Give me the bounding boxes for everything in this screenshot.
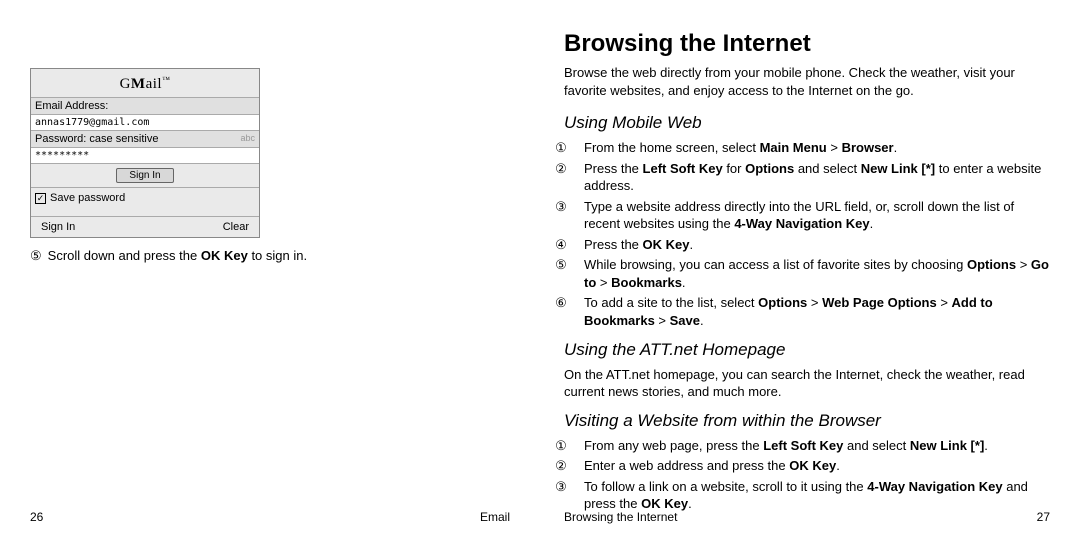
- attnet-paragraph: On the ATT.net homepage, you can search …: [564, 366, 1050, 401]
- save-password-row[interactable]: ✓ Save password: [31, 188, 259, 216]
- password-label: Password: case sensitive abc: [31, 131, 259, 148]
- page-left: GMail™ Email Address: annas1779@gmail.co…: [0, 0, 540, 540]
- page-number-left: 26: [30, 510, 43, 524]
- phone-brand: GMail™: [31, 69, 259, 98]
- intro-paragraph: Browse the web directly from your mobile…: [564, 64, 1050, 99]
- signin-button[interactable]: Sign In: [116, 168, 173, 183]
- softkey-right[interactable]: Clear: [223, 221, 249, 233]
- softkey-left[interactable]: Sign In: [41, 221, 75, 233]
- list-item: ⑥To add a site to the list, select Optio…: [564, 294, 1050, 329]
- list-item: ③Type a website address directly into th…: [564, 198, 1050, 233]
- caption-step-5: ⑤Scroll down and press the OK Key to sig…: [30, 248, 516, 264]
- password-field[interactable]: *********: [31, 148, 259, 164]
- footer-right: Browsing the Internet 27: [564, 510, 1050, 524]
- footer-section-right: Browsing the Internet: [564, 510, 677, 524]
- footer-left: 26 Email: [30, 510, 510, 524]
- step-number-5: ⑤: [30, 248, 42, 263]
- checkbox-icon[interactable]: ✓: [35, 193, 46, 204]
- list-item: ⑤While browsing, you can access a list o…: [564, 256, 1050, 291]
- steps-visiting: ①From any web page, press the Left Soft …: [564, 437, 1050, 513]
- list-item: ②Enter a web address and press the OK Ke…: [564, 457, 1050, 475]
- subheading-visiting: Visiting a Website from within the Brows…: [564, 411, 1050, 431]
- subheading-mobile-web: Using Mobile Web: [564, 113, 1050, 133]
- email-label: Email Address:: [31, 98, 259, 115]
- list-item: ④Press the OK Key.: [564, 236, 1050, 254]
- footer-section-left: Email: [480, 510, 510, 524]
- email-field[interactable]: annas1779@gmail.com: [31, 115, 259, 131]
- phone-screenshot: GMail™ Email Address: annas1779@gmail.co…: [30, 68, 260, 238]
- section-title: Browsing the Internet: [564, 30, 1050, 58]
- list-item: ②Press the Left Soft Key for Options and…: [564, 160, 1050, 195]
- subheading-attnet: Using the ATT.net Homepage: [564, 340, 1050, 360]
- steps-mobile-web: ①From the home screen, select Main Menu …: [564, 139, 1050, 329]
- list-item: ①From the home screen, select Main Menu …: [564, 139, 1050, 157]
- page-spread: GMail™ Email Address: annas1779@gmail.co…: [0, 0, 1080, 540]
- list-item: ③To follow a link on a website, scroll t…: [564, 478, 1050, 513]
- list-item: ①From any web page, press the Left Soft …: [564, 437, 1050, 455]
- save-password-label: Save password: [50, 192, 125, 204]
- page-number-right: 27: [1037, 510, 1050, 524]
- signin-row: Sign In: [31, 164, 259, 188]
- page-right: Browsing the Internet Browse the web dir…: [540, 0, 1080, 540]
- softkey-bar: Sign In Clear: [31, 216, 259, 237]
